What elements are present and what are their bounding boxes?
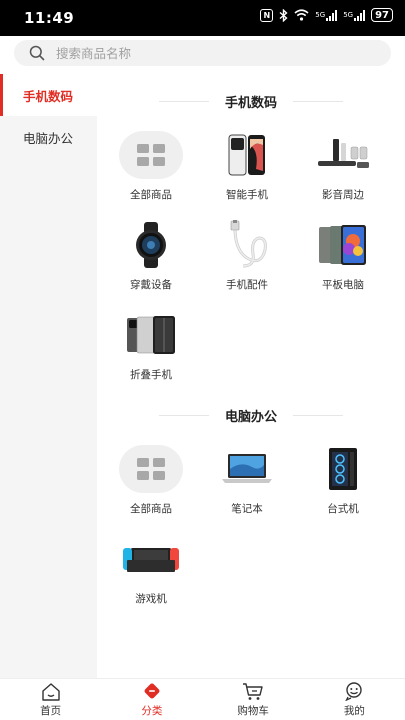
profile-icon	[343, 681, 365, 701]
divider	[158, 100, 209, 102]
section-computers-office: 电脑办公 全部商品 笔记本 台式机 游戏机	[97, 388, 405, 618]
section-title: 手机数码	[224, 95, 277, 111]
category-grid: 全部商品 智能手机 影音周边 穿戴设备 手机配件 平板电脑 折叠手机	[97, 128, 405, 394]
category-label: 笔记本	[231, 503, 263, 515]
status-icons: N 5G 5G 97	[260, 8, 393, 22]
battery-icon: 97	[371, 8, 393, 22]
category-item-desktops[interactable]: 台式机	[295, 442, 391, 528]
category-content: 手机数码 全部商品 智能手机 影音周边 穿戴设备 手机配件 平板电脑 折叠手机 …	[97, 74, 405, 678]
category-item-audio-video[interactable]: 影音周边	[295, 128, 391, 214]
category-item-foldable-phones[interactable]: 折叠手机	[103, 308, 199, 394]
section-header: 手机数码	[97, 74, 405, 128]
status-bar: 11:49 N 5G 5G 97	[0, 0, 405, 36]
foldable-phone-icon	[119, 308, 183, 362]
category-grid: 全部商品 笔记本 台式机 游戏机	[97, 442, 405, 618]
category-sidebar: 手机数码 电脑办公	[0, 74, 97, 678]
smartphone-icon	[215, 128, 279, 182]
category-item-tablets[interactable]: 平板电脑	[295, 218, 391, 304]
bluetooth-icon	[279, 8, 288, 22]
wifi-icon	[294, 9, 309, 21]
sidebar-item-label: 手机数码	[23, 88, 74, 104]
laptop-icon	[215, 442, 279, 496]
nav-cart[interactable]: 购物车	[203, 679, 304, 720]
thumb	[119, 442, 183, 496]
desktop-tower-icon	[311, 442, 375, 496]
category-item-laptops[interactable]: 笔记本	[199, 442, 295, 528]
category-item-smartphone[interactable]: 智能手机	[199, 128, 295, 214]
cart-icon	[242, 681, 264, 701]
cellular-signal-2-icon: 5G	[343, 9, 366, 21]
search-bar	[0, 36, 405, 74]
category-item-all[interactable]: 全部商品	[103, 442, 199, 528]
category-label: 全部商品	[130, 503, 172, 515]
category-item-game-consoles[interactable]: 游戏机	[103, 532, 199, 618]
cellular-signal-icon: 5G	[315, 9, 338, 21]
nav-label: 购物车	[237, 705, 269, 717]
search-icon	[26, 42, 48, 64]
category-label: 游戏机	[135, 593, 167, 605]
category-label: 手机配件	[226, 279, 268, 291]
category-icon	[141, 681, 163, 701]
category-label: 影音周边	[322, 189, 364, 201]
nfc-icon: N	[260, 8, 274, 22]
nav-label: 首页	[40, 705, 62, 717]
sidebar-item-computers-office[interactable]: 电脑办公	[0, 116, 97, 158]
status-time: 11:49	[24, 9, 75, 27]
category-label: 全部商品	[130, 189, 172, 201]
sidebar-item-phones-digital[interactable]: 手机数码	[0, 74, 97, 116]
category-item-phone-accessories[interactable]: 手机配件	[199, 218, 295, 304]
sidebar-item-label: 电脑办公	[23, 130, 74, 146]
grid-icon	[119, 131, 183, 179]
game-console-icon	[119, 532, 183, 586]
nav-profile[interactable]: 我的	[304, 679, 405, 720]
divider	[293, 414, 343, 416]
speaker-icon	[311, 128, 375, 182]
search-input[interactable]	[56, 45, 356, 61]
category-label: 平板电脑	[322, 279, 364, 291]
nav-category[interactable]: 分类	[101, 679, 202, 720]
tablet-icon	[311, 218, 375, 272]
search-box[interactable]	[14, 40, 391, 66]
nav-label: 分类	[141, 705, 163, 717]
category-item-all[interactable]: 全部商品	[103, 128, 199, 214]
divider	[293, 100, 343, 102]
cable-icon	[215, 218, 279, 272]
nav-home[interactable]: 首页	[0, 679, 101, 720]
category-label: 折叠手机	[130, 369, 172, 381]
section-title: 电脑办公	[224, 409, 277, 425]
thumb	[119, 128, 183, 182]
category-label: 台式机	[327, 503, 359, 515]
section-header: 电脑办公	[97, 388, 405, 442]
grid-icon	[119, 445, 183, 493]
home-icon	[40, 681, 62, 701]
smartwatch-icon	[119, 218, 183, 272]
nav-label: 我的	[343, 705, 365, 717]
network-type: 5G	[315, 11, 326, 19]
category-item-wearables[interactable]: 穿戴设备	[103, 218, 199, 304]
section-phones-digital: 手机数码 全部商品 智能手机 影音周边 穿戴设备 手机配件 平板电脑 折叠手机	[97, 74, 405, 394]
category-label: 智能手机	[226, 189, 268, 201]
bottom-navigation: 首页 分类 购物车 我的	[0, 678, 405, 720]
divider	[158, 414, 209, 416]
category-label: 穿戴设备	[130, 279, 172, 291]
network-type-2: 5G	[343, 11, 354, 19]
